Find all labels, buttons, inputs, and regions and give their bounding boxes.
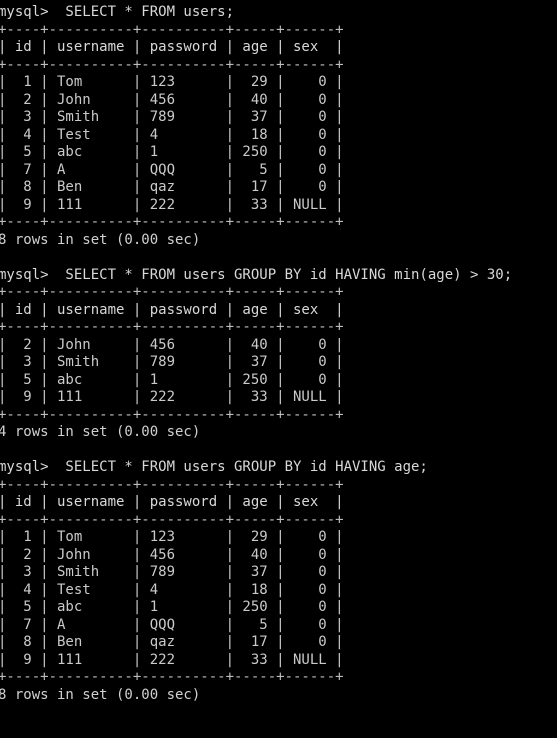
result-status: 8 rows in set (0.00 sec) xyxy=(0,231,201,248)
table-row: | 7 | A | QQQ | 5 | 0 | xyxy=(0,616,344,633)
table-rule-header: +----+----------+----------+-----+------… xyxy=(0,319,344,335)
table-rule-bottom: +----+----------+----------+-----+------… xyxy=(0,214,344,230)
table-row: | 5 | abc | 1 | 250 | 0 | xyxy=(0,371,344,388)
table-rule-top: +----+----------+----------+-----+------… xyxy=(0,284,344,300)
table-header-row: | id | username | password | age | sex | xyxy=(0,39,344,55)
table-row: | 7 | A | QQQ | 5 | 0 | xyxy=(0,161,344,178)
table-header-row: | id | username | password | age | sex | xyxy=(0,301,344,318)
table-header-row: | id | username | password | age | sex | xyxy=(0,494,344,510)
table-rule-bottom: +----+----------+----------+-----+------… xyxy=(0,669,344,685)
command-line[interactable]: mysql> SELECT * FROM users GROUP BY id H… xyxy=(0,267,557,285)
table-row: | 2 | John | 456 | 40 | 0 | xyxy=(0,546,344,563)
table-row: | 1 | Tom | 123 | 29 | 0 | xyxy=(0,529,344,545)
table-row: | 4 | Test | 4 | 18 | 0 | xyxy=(0,126,344,143)
command-line[interactable]: mysql> SELECT * FROM users GROUP BY id H… xyxy=(0,459,557,477)
table-row: | 8 | Ben | qaz | 17 | 0 | xyxy=(0,634,344,650)
table-row: | 5 | abc | 1 | 250 | 0 | xyxy=(0,144,344,160)
result-status: 8 rows in set (0.00 sec) xyxy=(0,686,201,703)
table-row: | 2 | John | 456 | 40 | 0 | xyxy=(0,336,344,353)
table-row: | 9 | 111 | 222 | 33 | NULL | xyxy=(0,196,344,213)
table-row: | 9 | 111 | 222 | 33 | NULL | xyxy=(0,651,344,668)
result-status: 4 rows in set (0.00 sec) xyxy=(0,424,201,440)
table-row: | 4 | Test | 4 | 18 | 0 | xyxy=(0,581,344,598)
table-rule-top: +----+----------+----------+-----+------… xyxy=(0,21,344,38)
table-rule-top: +----+----------+----------+-----+------… xyxy=(0,476,344,493)
table-row: | 9 | 111 | 222 | 33 | NULL | xyxy=(0,389,344,405)
table-row: | 5 | abc | 1 | 250 | 0 | xyxy=(0,599,344,615)
table-row: | 8 | Ben | qaz | 17 | 0 | xyxy=(0,179,344,195)
command-line[interactable]: mysql> SELECT * FROM users; xyxy=(0,4,557,22)
table-row: | 3 | Smith | 789 | 37 | 0 | xyxy=(0,354,344,370)
table-row: | 3 | Smith | 789 | 37 | 0 | xyxy=(0,109,344,125)
table-row: | 1 | Tom | 123 | 29 | 0 | xyxy=(0,74,344,90)
table-rule-bottom: +----+----------+----------+-----+------… xyxy=(0,406,344,423)
terminal-output[interactable]: mysql> SELECT * FROM users; +----+-------… xyxy=(0,0,557,738)
table-row: | 3 | Smith | 789 | 37 | 0 | xyxy=(0,564,344,580)
table-rule-header: +----+----------+----------+-----+------… xyxy=(0,56,344,73)
table-rule-header: +----+----------+----------+-----+------… xyxy=(0,511,344,528)
table-row: | 2 | John | 456 | 40 | 0 | xyxy=(0,91,344,108)
